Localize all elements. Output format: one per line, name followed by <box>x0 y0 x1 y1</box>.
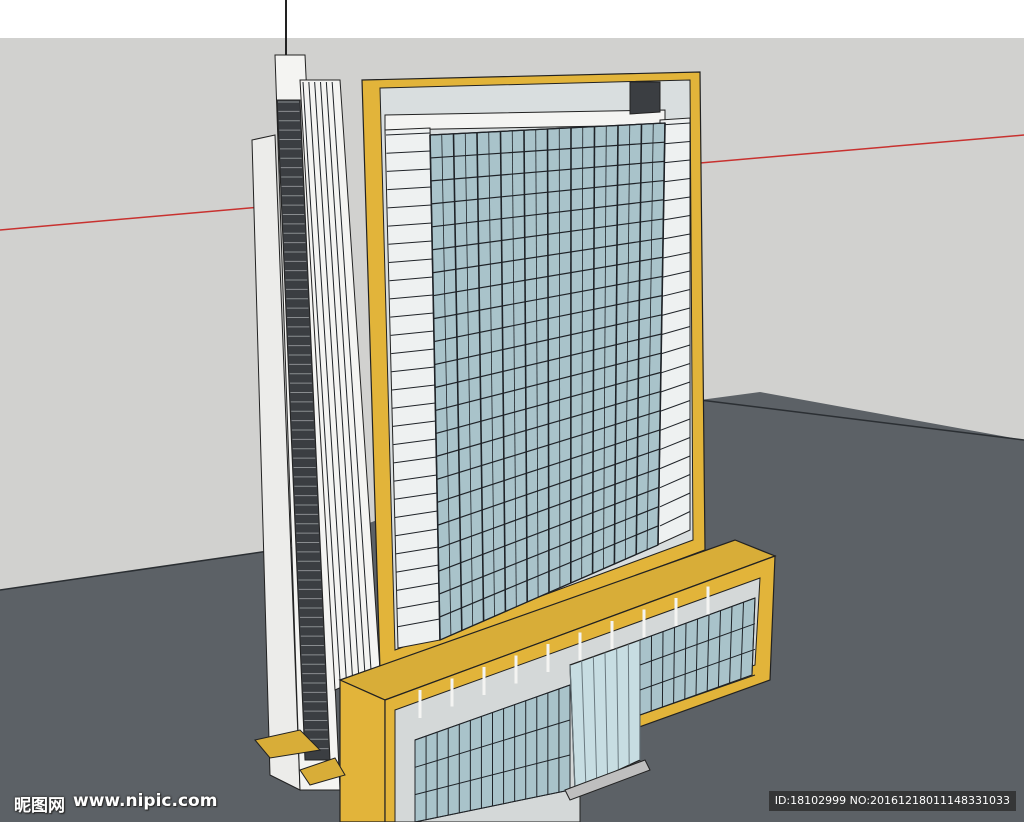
sketchup-viewport-app: 昵图网 www.nipic.com ID:18102999 NO:2016121… <box>0 0 1024 822</box>
3d-model-viewport[interactable] <box>0 0 1024 822</box>
podium-mullion <box>661 631 664 708</box>
watermark-logo: 昵图网 www.nipic.com <box>14 791 217 816</box>
roof-stair-block <box>629 81 661 115</box>
watermark-id: ID:18102999 NO:20161218011148331033 <box>768 791 1016 811</box>
podium-front-frame <box>339 679 386 822</box>
watermark-site: www.nipic.com <box>73 791 218 811</box>
watermark-brand: 昵图网 <box>14 796 65 816</box>
